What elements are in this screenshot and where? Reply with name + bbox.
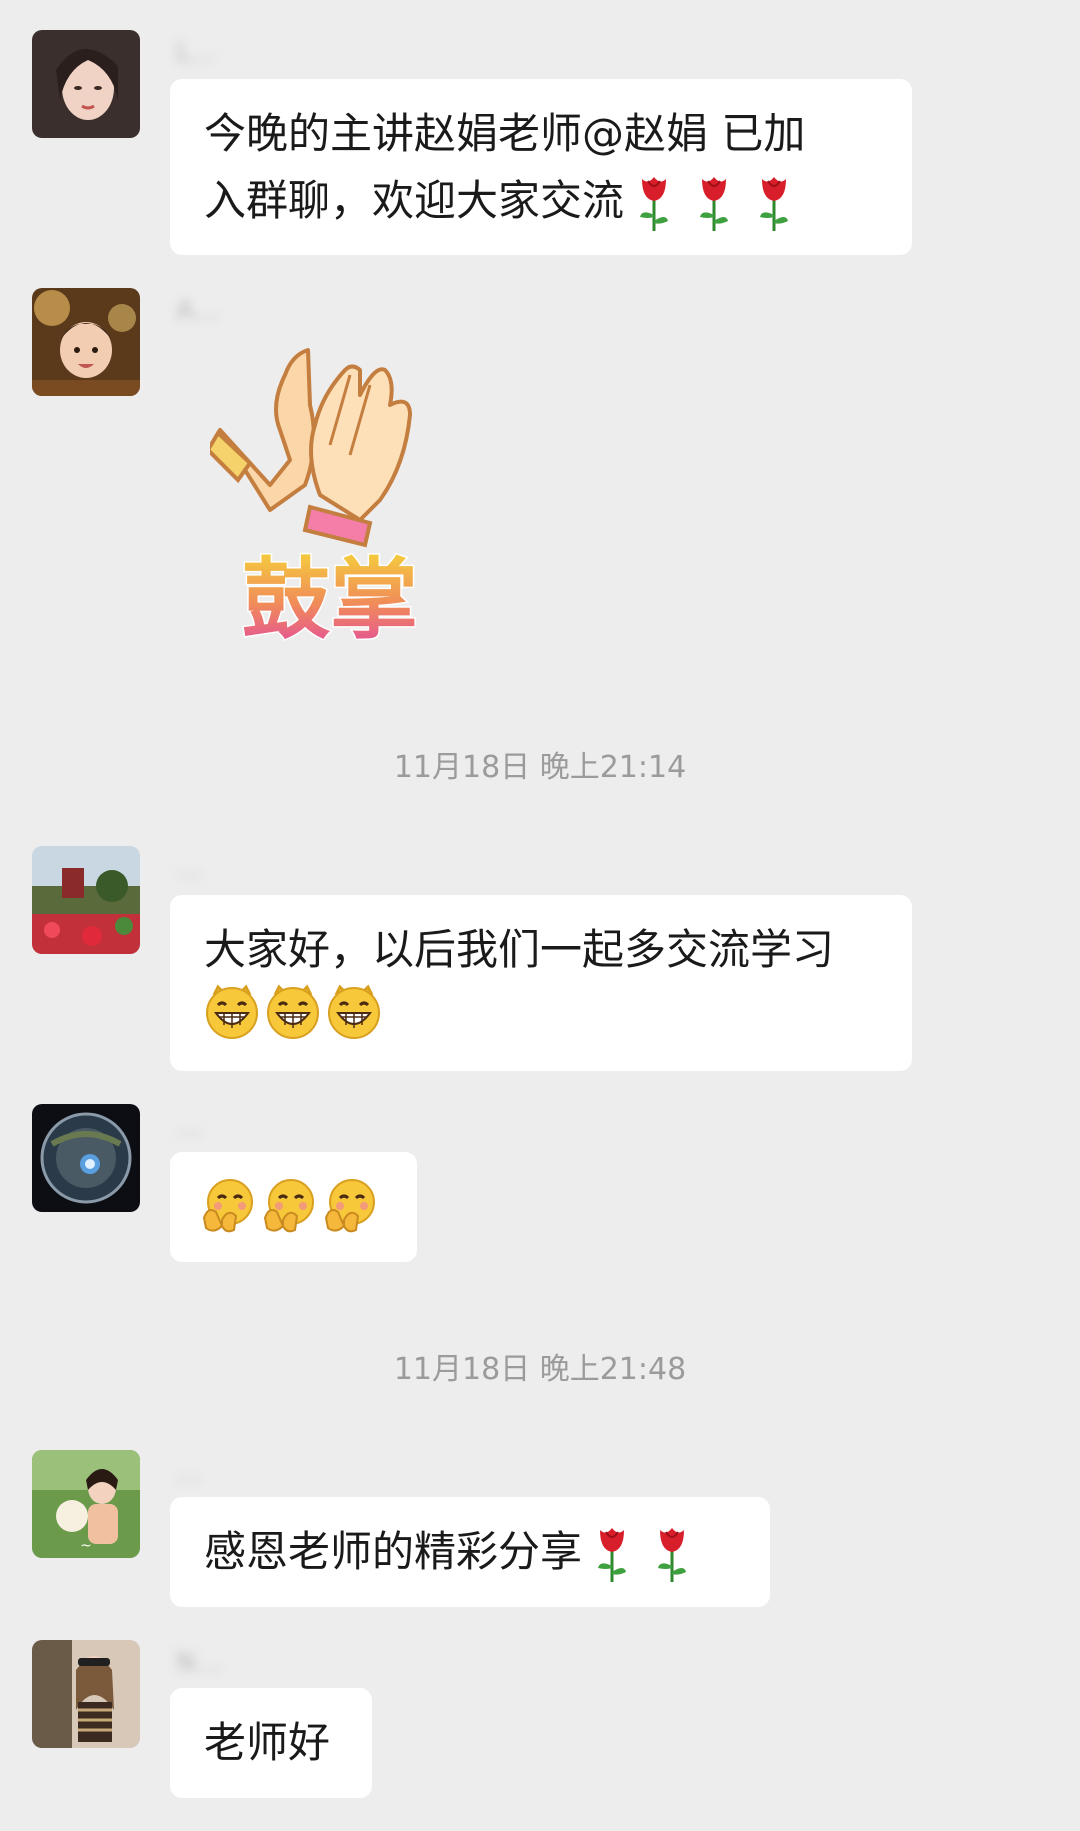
- sender-name: L…: [176, 38, 217, 68]
- sender-name: …: [176, 1458, 202, 1488]
- sender-name: …: [176, 854, 202, 884]
- message-bubble[interactable]: 大家好，以后我们一起多交流学习: [170, 895, 912, 1071]
- timestamp: 11月18日 晚上21:48: [393, 1352, 687, 1387]
- rose-icon: [652, 1520, 692, 1584]
- grin-emoji: [326, 983, 382, 1039]
- avatar[interactable]: [32, 1640, 140, 1748]
- message-bubble[interactable]: [170, 1152, 417, 1262]
- avatar[interactable]: [32, 288, 140, 396]
- message-text: 今晚的主讲赵娟老师@赵娟 已加: [204, 109, 806, 158]
- message-text: 大家好，以后我们一起多交流学习: [204, 925, 835, 974]
- timestamp: 11月18日 晚上21:14: [393, 750, 687, 785]
- sticker-caption: 鼓掌: [242, 548, 418, 650]
- rose-icon: [694, 169, 734, 233]
- avatar[interactable]: [32, 846, 140, 954]
- message-text: 入群聊，欢迎大家交流: [204, 176, 625, 225]
- rose-icon: [592, 1520, 632, 1584]
- sender-name: …: [176, 1112, 202, 1142]
- message-bubble[interactable]: 今晚的主讲赵娟老师@赵娟 已加 入群聊，欢迎大家交流: [170, 79, 912, 255]
- message-text: 感恩老师的精彩分享: [204, 1527, 583, 1576]
- message-text: 老师好: [204, 1718, 331, 1767]
- message-bubble[interactable]: 感恩老师的精彩分享: [170, 1497, 770, 1607]
- grin-emoji: [204, 983, 260, 1039]
- clap-sticker[interactable]: 鼓掌: [210, 335, 450, 650]
- avatar[interactable]: [32, 30, 140, 138]
- sender-name: N…: [176, 1648, 222, 1678]
- avatar[interactable]: [32, 1104, 140, 1212]
- hug-emoji: [200, 1178, 256, 1234]
- rose-icon: [634, 169, 674, 233]
- grin-emoji: [265, 983, 321, 1039]
- message-bubble[interactable]: 老师好: [170, 1688, 372, 1798]
- hug-emoji: [322, 1178, 378, 1234]
- avatar[interactable]: ~: [32, 1450, 140, 1558]
- rose-icon: [754, 169, 794, 233]
- svg-text:~: ~: [80, 1538, 92, 1554]
- sender-name: A…: [176, 296, 220, 326]
- hug-emoji: [261, 1178, 317, 1234]
